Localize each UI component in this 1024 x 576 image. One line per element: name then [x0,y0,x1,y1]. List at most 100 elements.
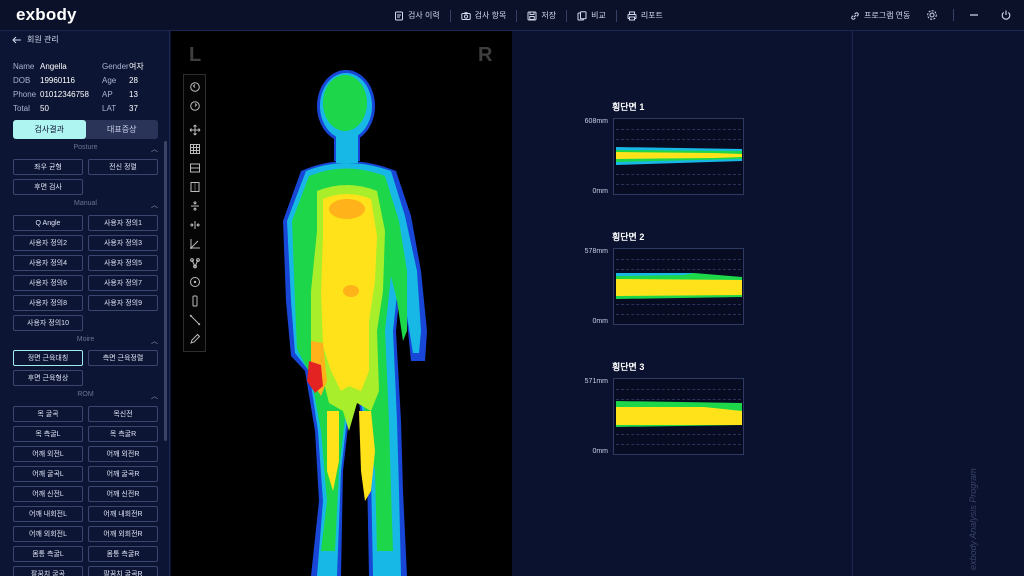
cross-section-panel: 횡단면 1 608mm 0mm 횡단면 2 578mm 0mm 횡단면 3 57… [512,31,1024,576]
manual-button[interactable]: 사용자 정의4 [13,255,83,271]
nav-compare-button[interactable]: 비교 [567,0,616,31]
chevron-up-icon: ︿ [151,146,158,153]
section-1-top-label: 608mm [584,118,608,125]
rom-button[interactable]: 목 측굴R [88,426,158,442]
section-3-bottom-label: 0mm [592,448,608,455]
nav-report-button[interactable]: 리포트 [617,0,673,31]
manual-button[interactable]: Q Angle [13,215,83,231]
manual-button[interactable]: 사용자 정의9 [88,295,158,311]
body-thermal-image [283,70,427,576]
posture-back-button[interactable]: 후면 검사 [13,179,83,195]
name-value: Angella [40,61,67,71]
manual-button[interactable]: 사용자 정의7 [88,275,158,291]
section-2-profile [616,273,742,299]
section-moire[interactable]: Moire ︿ [13,336,158,346]
section-manual[interactable]: Manual ︿ [13,200,158,210]
section-2-bottom-label: 0mm [592,318,608,325]
nav-history-button[interactable]: 검사 이력 [384,0,450,31]
manual-button[interactable]: 사용자 정의6 [13,275,83,291]
section-manual-label: Manual [74,200,97,207]
back-to-members-button[interactable]: 회원 관리 [12,34,59,45]
section-1-title: 횡단면 1 [612,102,645,112]
rom-button[interactable]: 목신전 [88,406,158,422]
panel-divider [852,31,853,576]
rom-button[interactable]: 목 측굴L [13,426,83,442]
minimize-icon[interactable] [968,9,980,21]
section-posture[interactable]: Posture ︿ [13,144,158,154]
rom-button[interactable]: 어깨 신전R [88,486,158,502]
sidebar-scrollbar[interactable] [164,141,167,441]
chevron-up-icon: ︿ [151,393,158,400]
rom-button[interactable]: 어깨 외전L [13,446,83,462]
rom-button[interactable]: 어깨 굴곡R [88,466,158,482]
rom-button[interactable]: 팔꿈치 굴곡R [88,566,158,576]
lat-key: LAT [102,103,117,113]
rom-button[interactable]: 어깨 외전R [88,446,158,462]
manual-button[interactable]: 사용자 정의10 [13,315,83,331]
arrow-left-icon [12,36,21,43]
program-link-button[interactable]: 프로그램 연동 [850,0,910,31]
member-info: Name Angella Gender 여자 DOB 19960116 Age … [13,59,163,115]
gender-value: 여자 [129,61,144,71]
ap-value: 13 [129,89,138,99]
section-1-bottom-label: 0mm [592,188,608,195]
name-key: Name [13,61,35,71]
print-icon [627,11,637,20]
moire-back-button[interactable]: 후면 근육형상 [13,370,83,386]
window-divider [953,9,954,21]
phone-key: Phone [13,89,37,99]
tab-symptoms[interactable]: 대표증상 [86,120,159,139]
nav-save-label: 저장 [541,11,557,20]
rom-button[interactable]: 어깨 내회전L [13,506,83,522]
manual-button[interactable]: 사용자 정의5 [88,255,158,271]
section-moire-label: Moire [76,336,95,343]
manual-button[interactable]: 사용자 정의3 [88,235,158,251]
rom-button[interactable]: 목 굴곡 [13,406,83,422]
section-posture-label: Posture [73,144,98,151]
rom-button[interactable]: 어깨 외회전R [88,526,158,542]
section-2-top-label: 578mm [584,248,608,255]
section-rom-label: ROM [77,391,94,398]
rom-button[interactable]: 어깨 외회전L [13,526,83,542]
history-icon [395,11,403,20]
rom-button[interactable]: 몸통 측굴L [13,546,83,562]
tab-results[interactable]: 검사결과 [13,120,86,139]
manual-button[interactable]: 사용자 정의2 [13,235,83,251]
rom-button[interactable]: 어깨 굴곡L [13,466,83,482]
dob-value: 19960116 [40,75,75,85]
moire-side-button[interactable]: 측면 근육정렬 [88,350,158,366]
gender-key: Gender [102,61,129,71]
nav-compare-label: 비교 [591,11,606,20]
nav-test-items-button[interactable]: 검사 항목 [451,0,517,31]
section-2-title: 횡단면 2 [612,232,645,242]
rom-button[interactable]: 어깨 내회전R [88,506,158,522]
age-key: Age [102,75,117,85]
rom-button[interactable]: 어깨 신전L [13,486,83,502]
settings-icon[interactable] [926,9,938,21]
power-icon[interactable] [1000,9,1012,21]
nav-save-button[interactable]: 저장 [517,0,566,31]
age-value: 28 [129,75,138,85]
section-rom[interactable]: ROM ︿ [13,391,158,401]
posture-alignment-button[interactable]: 전신 정렬 [88,159,158,175]
total-key: Total [13,103,30,113]
app-logo: exbody [16,5,77,24]
posture-balance-button[interactable]: 좌우 균형 [13,159,83,175]
nav-report-label: 리포트 [640,11,663,20]
section-1-plot [613,118,744,195]
phone-value: 01012346758 [40,89,89,99]
nav-history-label: 검사 이력 [408,11,440,20]
back-label: 회원 관리 [27,35,59,44]
lat-value: 37 [129,103,138,113]
moire-front-button[interactable]: 정면 근육대칭 [13,350,83,366]
manual-button[interactable]: 사용자 정의8 [13,295,83,311]
ap-key: AP [102,89,113,99]
top-nav: 검사 이력 검사 항목 저장 비교 리포트 [384,0,673,31]
rom-button[interactable]: 팔꿈치 굴곡 [13,566,83,576]
compare-icon [577,10,587,20]
section-1-profile [616,147,742,165]
result-tabs: 검사결과 대표증상 [13,120,158,139]
rom-button[interactable]: 몸통 측굴R [88,546,158,562]
camera-icon [460,11,471,20]
manual-button[interactable]: 사용자 정의1 [88,215,158,231]
